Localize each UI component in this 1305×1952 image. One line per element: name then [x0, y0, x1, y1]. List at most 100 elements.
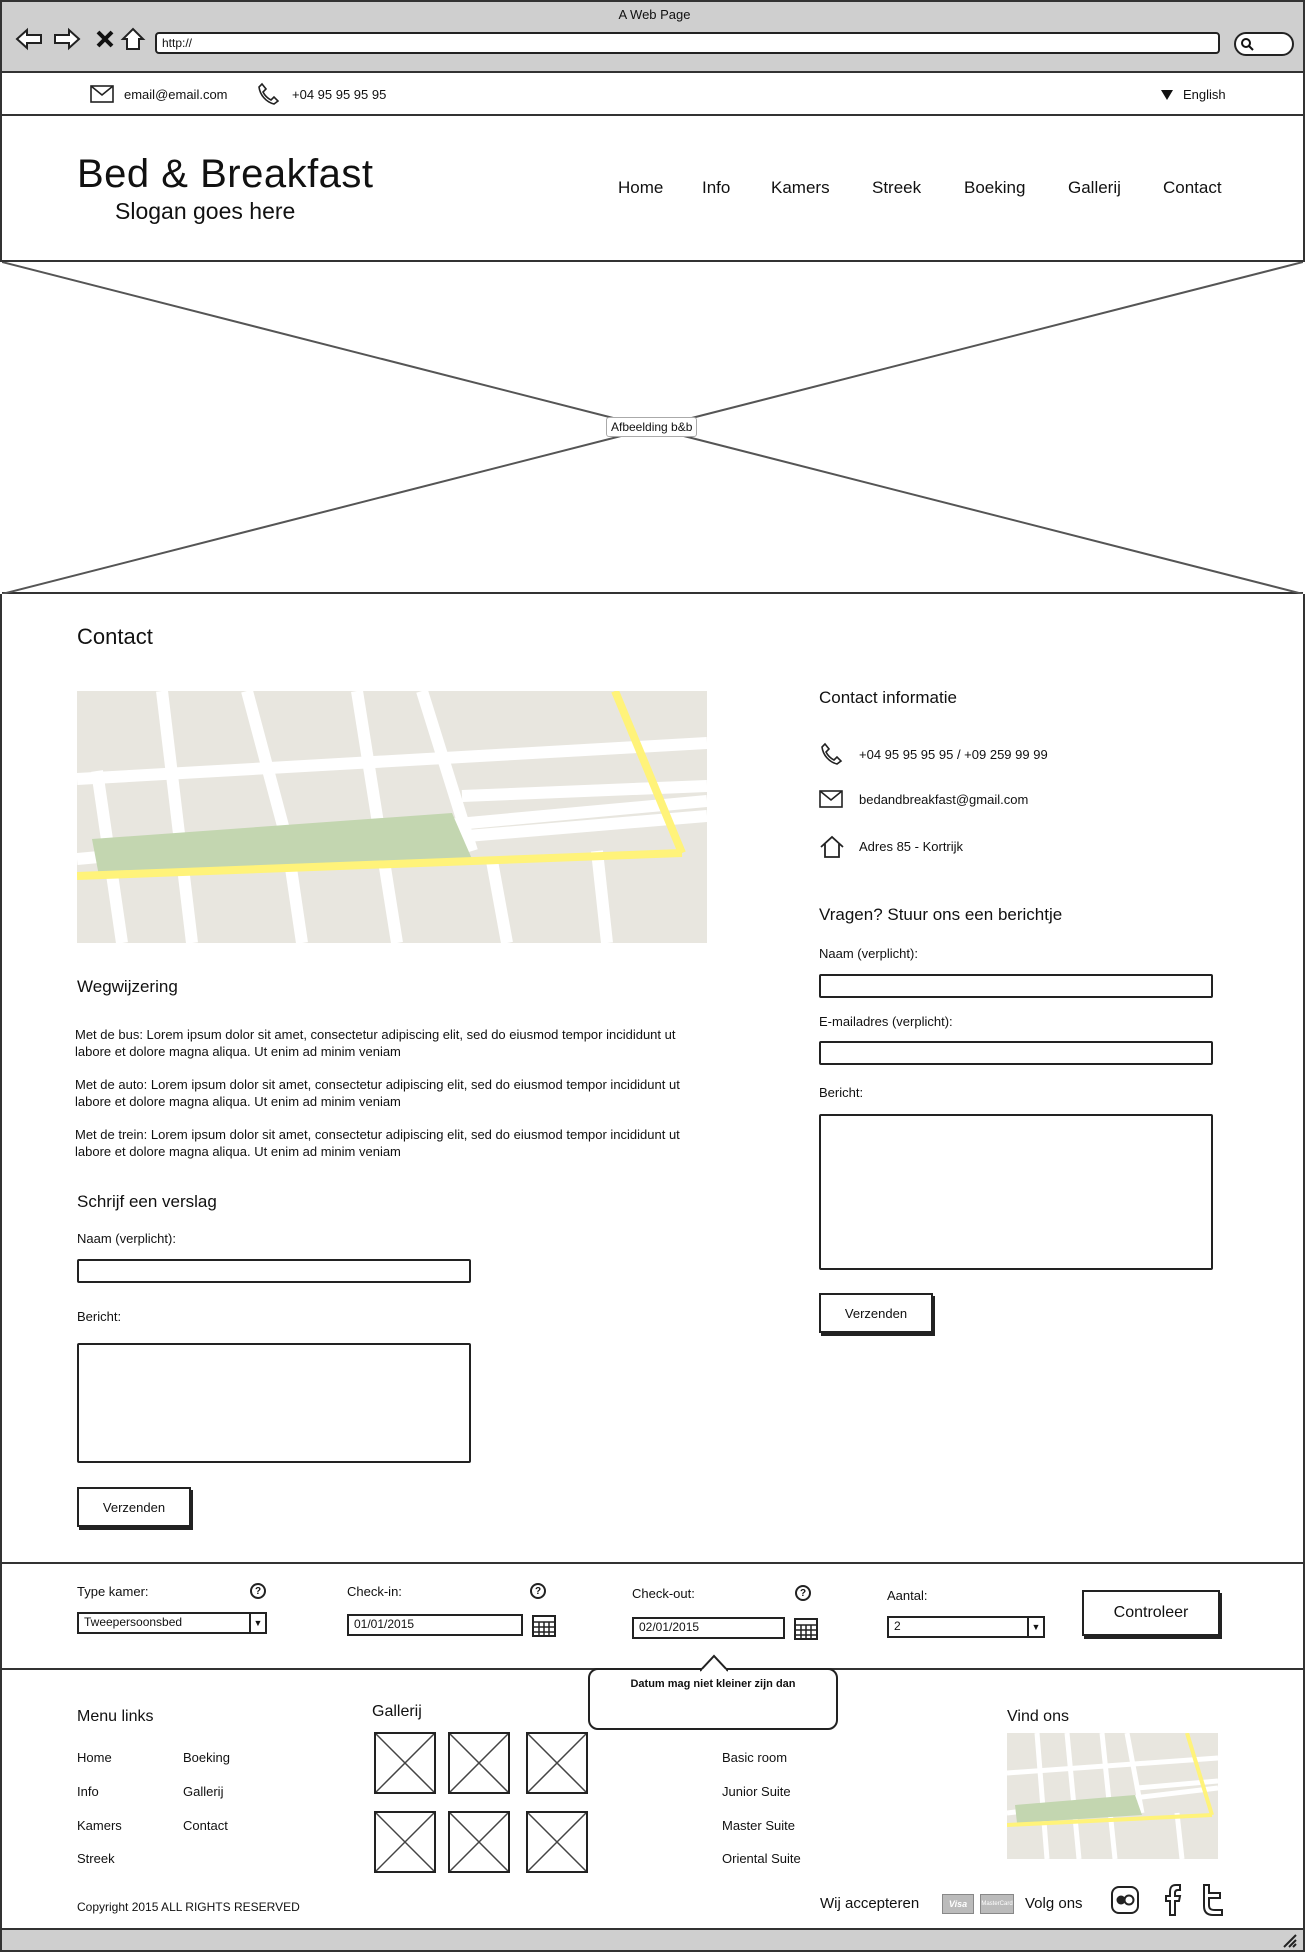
- image-placeholder-icon: [449, 1733, 509, 1793]
- footer-room-basic[interactable]: Basic room: [722, 1750, 787, 1765]
- contact-info-title: Contact informatie: [819, 688, 957, 707]
- check-availability-button[interactable]: Controleer: [1082, 1590, 1220, 1636]
- browser-search-field[interactable]: [1234, 32, 1294, 56]
- topbar-phone: +04 95 95 95 95: [292, 87, 387, 102]
- visa-card-icon: Visa: [942, 1894, 974, 1914]
- facebook-icon[interactable]: [1162, 1883, 1184, 1917]
- checkout-label: Check-out:: [632, 1586, 695, 1601]
- footer-room-junior[interactable]: Junior Suite: [722, 1784, 791, 1799]
- footer-link-boeking[interactable]: Boeking: [183, 1750, 230, 1765]
- main-content: Contact Wegwijzering Met de bus: Lorem i…: [0, 594, 1305, 1562]
- directions-train: Met de trein: Lorem ipsum dolor sit amet…: [75, 1127, 680, 1159]
- directions-bus: Met de bus: Lorem ipsum dolor sit amet, …: [75, 1027, 676, 1059]
- twitter-icon[interactable]: [1198, 1883, 1228, 1917]
- gallery-thumbnail[interactable]: [526, 1811, 588, 1873]
- review-message-textarea[interactable]: [77, 1343, 471, 1463]
- help-icon[interactable]: ?: [530, 1583, 546, 1599]
- review-message-label: Bericht:: [77, 1309, 122, 1324]
- nav-kamers[interactable]: Kamers: [771, 178, 830, 198]
- checkin-input[interactable]: 01/01/2015: [347, 1614, 523, 1636]
- home-icon[interactable]: [118, 24, 148, 54]
- topbar-email[interactable]: email@email.com: [124, 87, 228, 102]
- site-slogan: Slogan goes here: [115, 198, 296, 224]
- nav-streek[interactable]: Streek: [872, 178, 921, 198]
- footer-room-master[interactable]: Master Suite: [722, 1818, 795, 1833]
- window-title: A Web Page: [618, 7, 691, 22]
- room-type-select[interactable]: Tweepersoonsbed ▼: [77, 1612, 267, 1634]
- url-bar[interactable]: http://: [155, 32, 1220, 54]
- tooltip-text: Datum mag niet kleiner zijn dan: [630, 1678, 796, 1690]
- footer-link-streek[interactable]: Streek: [77, 1851, 115, 1866]
- nav-home[interactable]: Home: [618, 178, 663, 198]
- copyright: Copyright 2015 ALL RIGHTS RESERVED: [77, 1900, 300, 1914]
- flickr-icon[interactable]: [1110, 1885, 1140, 1915]
- accept-label: Wij accepteren: [820, 1895, 920, 1912]
- browser-status-bar: [0, 1928, 1305, 1952]
- help-icon[interactable]: ?: [795, 1585, 811, 1601]
- directions-car: Met de auto: Lorem ipsum dolor sit amet,…: [75, 1077, 680, 1109]
- directions-title: Wegwijzering: [77, 977, 178, 996]
- calendar-icon[interactable]: [794, 1616, 818, 1642]
- review-title: Schrijf een verslag: [77, 1192, 217, 1211]
- review-name-label: Naam (verplicht):: [77, 1231, 176, 1246]
- forward-arrow-icon[interactable]: [52, 24, 82, 54]
- checkout-input[interactable]: 02/01/2015: [632, 1617, 785, 1639]
- footer-room-oriental[interactable]: Oriental Suite: [722, 1851, 801, 1866]
- house-icon: [820, 835, 844, 858]
- count-value: 2: [894, 1619, 901, 1633]
- question-message-label: Bericht:: [819, 1085, 864, 1100]
- location-map[interactable]: [77, 691, 707, 943]
- stop-icon[interactable]: [90, 24, 120, 54]
- count-select[interactable]: 2 ▼: [887, 1616, 1045, 1638]
- checkin-label: Check-in:: [347, 1584, 402, 1599]
- nav-contact[interactable]: Contact: [1163, 178, 1222, 198]
- review-name-input[interactable]: [77, 1259, 471, 1283]
- gallery-thumbnail[interactable]: [448, 1811, 510, 1873]
- count-label: Aantal:: [887, 1588, 928, 1603]
- contact-phone: +04 95 95 95 95 / +09 259 99 99: [859, 747, 1048, 762]
- nav-info[interactable]: Info: [702, 178, 730, 198]
- contact-email[interactable]: bedandbreakfast@gmail.com: [859, 792, 1028, 807]
- help-icon[interactable]: ?: [250, 1583, 266, 1599]
- footer-link-contact[interactable]: Contact: [183, 1818, 228, 1833]
- site-brand[interactable]: Bed & Breakfast: [77, 152, 374, 197]
- gallery-thumbnail[interactable]: [526, 1732, 588, 1794]
- footer-link-gallerij[interactable]: Gallerij: [183, 1784, 223, 1799]
- chevron-down-icon: ▼: [249, 1614, 265, 1632]
- image-placeholder-icon: [527, 1733, 587, 1793]
- footer-find-title: Vind ons: [1007, 1708, 1069, 1725]
- follow-label: Volg ons: [1025, 1895, 1083, 1912]
- footer-link-home[interactable]: Home: [77, 1750, 112, 1765]
- date-validation-tooltip: Datum mag niet kleiner zijn dan: [588, 1654, 838, 1730]
- nav-gallerij[interactable]: Gallerij: [1068, 178, 1121, 198]
- browser-chrome: A Web Page http://: [0, 0, 1305, 73]
- calendar-icon[interactable]: [532, 1613, 556, 1639]
- tooltip-pointer: [700, 1654, 728, 1672]
- gallery-thumbnail[interactable]: [374, 1811, 436, 1873]
- back-arrow-icon[interactable]: [14, 24, 44, 54]
- envelope-icon: [819, 790, 843, 808]
- question-name-input[interactable]: [819, 974, 1213, 998]
- dropdown-triangle-icon[interactable]: [1160, 89, 1174, 101]
- footer-link-info[interactable]: Info: [77, 1784, 99, 1799]
- hero-image-placeholder: Afbeelding b&b: [2, 262, 1303, 594]
- question-title: Vragen? Stuur ons een berichtje: [819, 905, 1063, 924]
- gallery-thumbnail[interactable]: [448, 1732, 510, 1794]
- question-submit-button[interactable]: Verzenden: [819, 1293, 933, 1333]
- question-name-label: Naam (verplicht):: [819, 946, 918, 961]
- contact-address: Adres 85 - Kortrijk: [859, 839, 964, 854]
- footer-menu-title: Menu links: [77, 1708, 154, 1725]
- gallery-thumbnail[interactable]: [374, 1732, 436, 1794]
- review-submit-button[interactable]: Verzenden: [77, 1487, 191, 1527]
- question-message-textarea[interactable]: [819, 1114, 1213, 1270]
- nav-boeking[interactable]: Boeking: [964, 178, 1025, 198]
- page-title: Contact: [77, 624, 153, 649]
- hero-image-label: Afbeelding b&b: [606, 417, 698, 437]
- resize-grip-icon[interactable]: [1282, 1934, 1298, 1948]
- question-email-input[interactable]: [819, 1041, 1213, 1065]
- chevron-down-icon: ▼: [1027, 1618, 1043, 1636]
- language-selector[interactable]: English: [1183, 87, 1226, 102]
- footer-link-kamers[interactable]: Kamers: [77, 1818, 122, 1833]
- footer-map[interactable]: [1007, 1733, 1218, 1859]
- phone-icon: [258, 82, 279, 105]
